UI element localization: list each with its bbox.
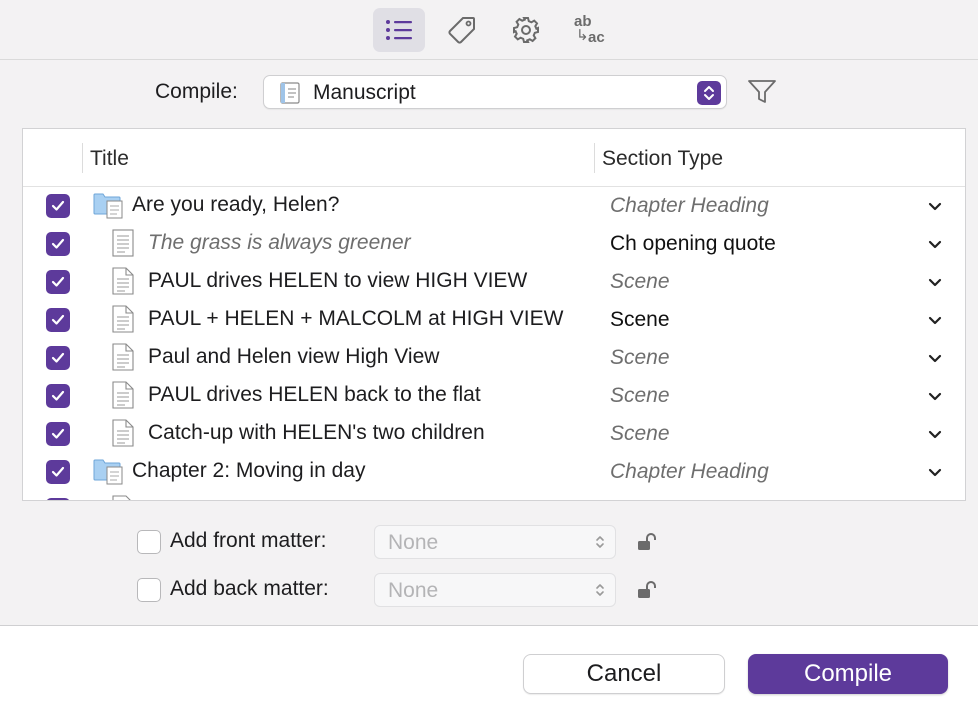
table-row[interactable]: PAUL + HELEN + MALCOLM at HIGH VIEW Scen… [23,301,965,339]
contents-table: Title Section Type Are you ready, Helen?… [22,128,966,501]
unlock-icon[interactable] [637,581,659,604]
unlock-icon[interactable] [637,533,659,556]
folder-icon [93,457,125,490]
document-icon [111,343,135,376]
column-divider [82,143,83,173]
front-matter-select[interactable]: None [374,525,616,559]
include-checkbox[interactable] [46,194,70,218]
row-title: The grass is always greener [148,231,411,254]
chevron-updown-icon[interactable] [697,81,721,105]
replace-text-icon[interactable]: ab ↳ ac [572,14,612,48]
row-title: Chapter 2: Moving in day [132,459,366,482]
row-title: PAUL drives HELEN to view HIGH VIEW [148,269,528,292]
table-row[interactable]: Are you ready, Helen? Chapter Heading [23,187,965,225]
gear-icon[interactable] [500,8,552,52]
chevron-down-icon[interactable] [928,275,942,293]
chevron-down-icon[interactable] [928,389,942,407]
compile-label: Compile: [155,80,238,103]
back-matter-row: Add back matter: None [137,573,677,607]
chevron-down-icon[interactable] [928,199,942,217]
chevron-updown-icon [595,534,605,555]
front-matter-label: Add front matter: [170,529,327,552]
row-title: Paul and Helen view High View [148,345,440,368]
row-title: Catch-up with HELEN's two children [148,421,485,444]
table-row[interactable]: The grass is always greener Ch opening q… [23,225,965,263]
text-document-icon [111,229,135,262]
table-header: Title Section Type [23,129,965,187]
compile-format-value: Manuscript [313,81,416,104]
table-row-partial[interactable] [23,491,965,500]
document-icon [111,305,135,338]
toolbar: ab ↳ ac [0,0,978,60]
cancel-button[interactable]: Cancel [523,654,725,694]
list-icon[interactable] [373,8,425,52]
compile-format-select[interactable]: Manuscript [263,75,727,109]
table-row[interactable]: Paul and Helen view High View Scene [23,339,965,377]
chevron-down-icon[interactable] [928,465,942,483]
back-matter-select[interactable]: None [374,573,616,607]
document-icon [111,267,135,300]
filter-icon[interactable] [747,79,777,110]
document-icon [111,495,135,500]
row-section-type[interactable]: Scene [610,384,670,408]
row-section-type[interactable]: Scene [610,308,670,332]
tag-icon[interactable] [436,8,488,52]
row-section-type[interactable]: Chapter Heading [610,194,769,218]
row-section-type[interactable]: Scene [610,270,670,294]
row-section-type[interactable]: Chapter Heading [610,460,769,484]
back-matter-value: None [388,579,439,602]
chevron-down-icon[interactable] [928,237,942,255]
column-header-section-type[interactable]: Section Type [602,147,723,171]
include-checkbox[interactable] [46,346,70,370]
front-matter-checkbox[interactable] [137,530,161,554]
chevron-down-icon[interactable] [928,427,942,445]
chevron-updown-icon [595,582,605,603]
table-row[interactable]: PAUL drives HELEN to view HIGH VIEW Scen… [23,263,965,301]
row-title: PAUL drives HELEN back to the flat [148,383,481,406]
include-checkbox[interactable] [46,422,70,446]
include-checkbox[interactable] [46,308,70,332]
column-header-title[interactable]: Title [90,147,129,171]
row-section-type[interactable]: Scene [610,346,670,370]
row-section-type[interactable]: Scene [610,422,670,446]
compile-settings-panel: ab ↳ ac Compile: Manuscript Title Sectio… [0,0,978,626]
table-row[interactable]: PAUL drives HELEN back to the flat Scene [23,377,965,415]
document-icon [111,381,135,414]
include-checkbox[interactable] [46,498,70,500]
include-checkbox[interactable] [46,460,70,484]
front-matter-value: None [388,531,439,554]
manuscript-doc-icon [280,82,300,109]
include-checkbox[interactable] [46,232,70,256]
chevron-down-icon[interactable] [928,313,942,331]
back-matter-checkbox[interactable] [137,578,161,602]
row-section-type[interactable]: Ch opening quote [610,232,776,256]
document-icon [111,419,135,452]
row-title: PAUL + HELEN + MALCOLM at HIGH VIEW [148,307,564,330]
table-row[interactable]: Catch-up with HELEN's two children Scene [23,415,965,453]
row-title: Are you ready, Helen? [132,193,340,216]
chevron-down-icon[interactable] [928,351,942,369]
include-checkbox[interactable] [46,384,70,408]
back-matter-label: Add back matter: [170,577,329,600]
include-checkbox[interactable] [46,270,70,294]
compile-button[interactable]: Compile [748,654,948,694]
front-matter-row: Add front matter: None [137,525,677,559]
folder-icon [93,191,125,224]
column-divider [594,143,595,173]
table-row[interactable]: Chapter 2: Moving in day Chapter Heading [23,453,965,491]
